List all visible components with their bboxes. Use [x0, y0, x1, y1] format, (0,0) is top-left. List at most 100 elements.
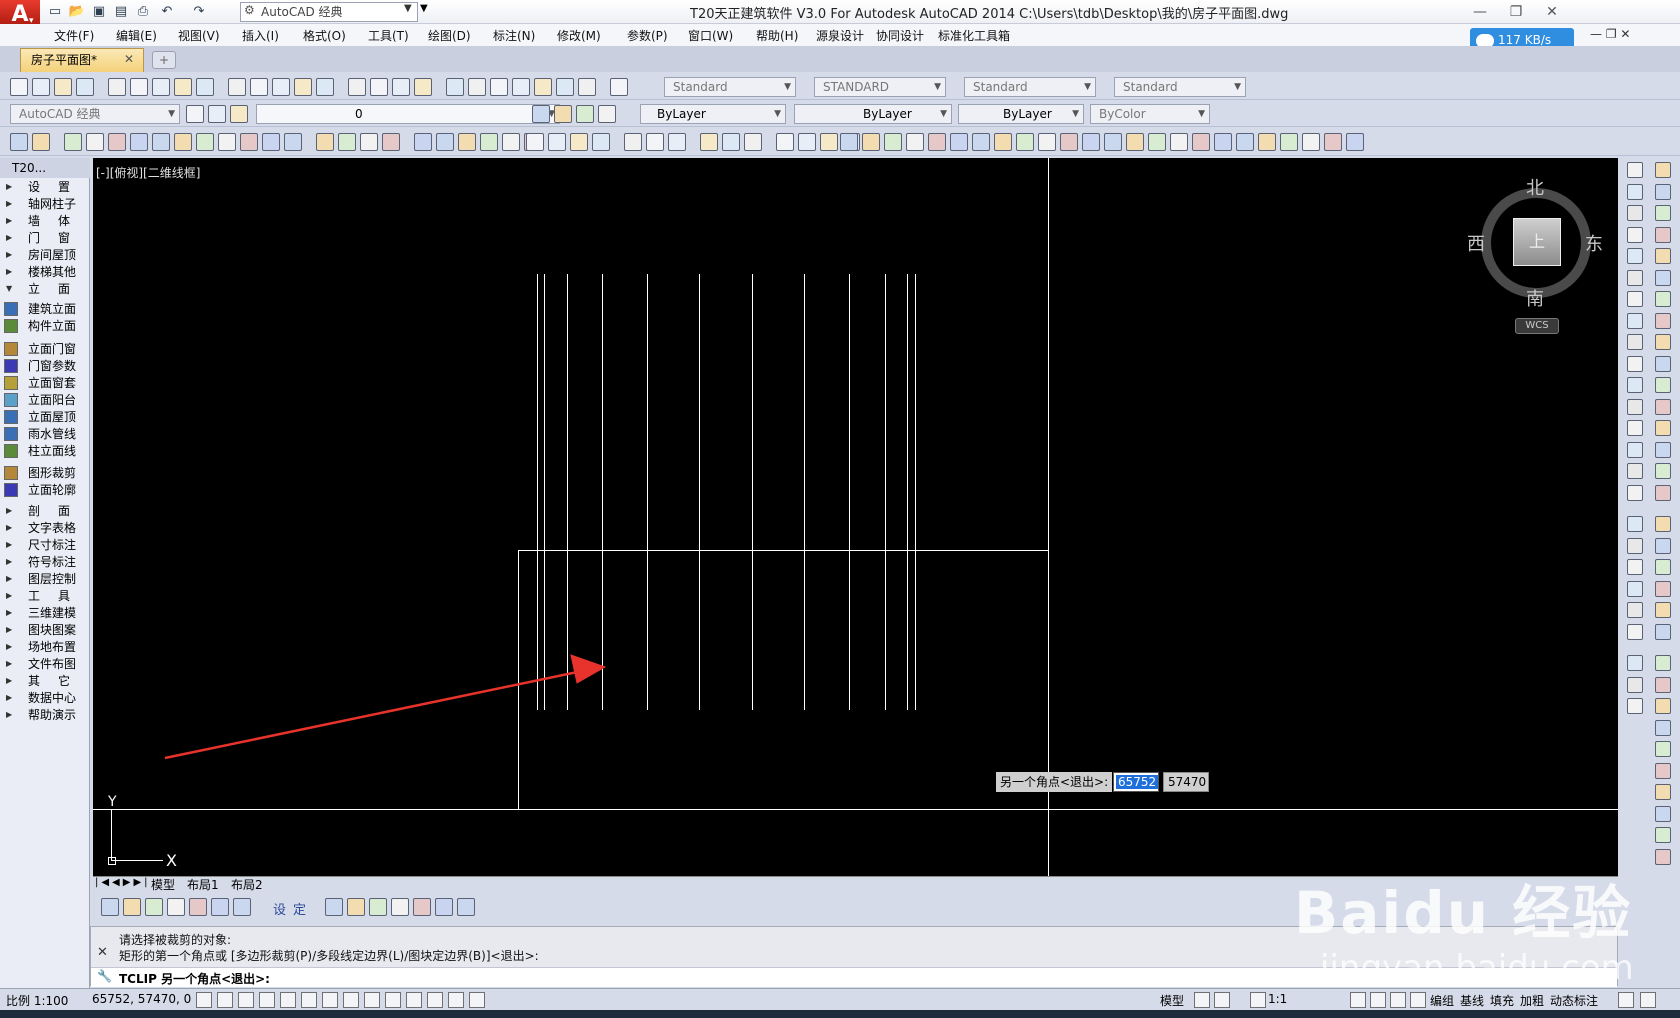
tangent-bottom-icon[interactable] — [211, 898, 229, 916]
tangent-annotate-icon[interactable] — [840, 133, 858, 151]
palette-item[interactable]: 柱立面线 — [0, 442, 90, 460]
modify-tool-icon[interactable] — [1627, 291, 1643, 307]
tangent-bottom-icon[interactable] — [347, 898, 365, 916]
palette-item[interactable]: 立面门窗 — [0, 340, 90, 358]
standard-tool-icon[interactable] — [54, 78, 72, 96]
palette-item[interactable]: 构件立面 — [0, 317, 90, 335]
tangent-tool-icon[interactable] — [64, 133, 82, 151]
tangent-tool-icon[interactable] — [86, 133, 104, 151]
modify-tool-icon[interactable] — [1627, 312, 1643, 329]
settings-char-2[interactable]: 定 — [293, 899, 306, 918]
lineweight-select[interactable]: ByLayer ▼ — [958, 104, 1084, 124]
tangent-tool-icon[interactable] — [174, 133, 192, 151]
standard-tool-icon[interactable] — [272, 78, 290, 96]
tangent-annotate-icon[interactable] — [1060, 133, 1078, 151]
tangent-side-icon[interactable] — [1655, 377, 1671, 393]
menu-item[interactable]: 参数(P) — [627, 27, 668, 44]
standard-tool-icon[interactable] — [414, 78, 432, 96]
palette-item[interactable]: ▶ 帮助演示 — [0, 706, 90, 724]
tangent-edit-icon[interactable] — [624, 133, 642, 151]
status-toggle-icon[interactable] — [322, 992, 338, 1008]
layer-state-icon[interactable] — [598, 105, 616, 123]
tangent-bottom-icon[interactable] — [369, 898, 387, 916]
standard-tool-icon[interactable] — [316, 78, 334, 96]
tangent-side-icon[interactable] — [1655, 312, 1671, 329]
modify-tool-icon[interactable] — [1627, 441, 1643, 458]
viewcube-top-face[interactable]: 上 — [1513, 218, 1561, 266]
tangent-edit-icon[interactable] — [722, 133, 740, 151]
minimize-icon[interactable]: — — [1462, 0, 1498, 24]
standard-tool-icon[interactable] — [250, 78, 268, 96]
status-toggle[interactable]: 基线 — [1460, 992, 1484, 1009]
palette-item[interactable]: 门窗参数 — [0, 357, 90, 375]
drawing-canvas[interactable]: [-][俯视][二维线框] Y X 北 南 西 东 上 WCS 另一个角点<退出… — [93, 158, 1618, 876]
text-style-select[interactable]: Standard ▼ — [664, 77, 796, 97]
menu-item[interactable]: 格式(O) — [303, 27, 346, 44]
wcs-menu[interactable]: WCS — [1515, 318, 1559, 334]
status-toggle[interactable]: 填充 — [1490, 992, 1514, 1009]
tangent-tool-icon[interactable] — [458, 133, 476, 151]
status-toggle-icon[interactable] — [217, 992, 233, 1008]
tangent-edit-icon[interactable] — [798, 133, 816, 151]
modify-tool-icon[interactable] — [1627, 162, 1643, 178]
tangent-bottom-icon[interactable] — [123, 898, 141, 916]
tangent-annotate-icon[interactable] — [1192, 133, 1210, 151]
new-file-icon[interactable]: ▭ — [46, 3, 64, 21]
multileader-style-select[interactable]: Standard ▼ — [1114, 77, 1246, 97]
modify-tool-icon[interactable] — [1627, 484, 1643, 501]
tangent-annotate-icon[interactable] — [1126, 133, 1144, 151]
menu-item[interactable]: 修改(M) — [557, 27, 601, 44]
tangent-tool-icon[interactable] — [152, 133, 170, 151]
tangent-edit-icon[interactable] — [592, 133, 610, 151]
tangent-side-icon[interactable] — [1655, 762, 1671, 779]
palette-item[interactable]: 立面轮廓 — [0, 481, 90, 499]
tangent-bottom-icon[interactable] — [145, 898, 163, 916]
modify-tool-icon[interactable] — [1627, 655, 1643, 671]
viewcube-east[interactable]: 东 — [1585, 230, 1603, 256]
modify-tool-icon[interactable] — [1627, 334, 1643, 350]
tangent-tool-icon[interactable] — [240, 133, 258, 151]
menu-item[interactable]: 帮助(H) — [756, 27, 798, 44]
palette-item[interactable]: ▶ 设置 — [0, 178, 90, 196]
cursor-coordinates[interactable]: 65752, 57470, 0 — [92, 992, 191, 1006]
viewcube-south[interactable]: 南 — [1526, 285, 1544, 311]
tangent-side-icon[interactable] — [1655, 248, 1671, 264]
tangent-bottom-icon[interactable] — [233, 898, 251, 916]
standard-tool-icon[interactable] — [446, 78, 464, 96]
standard-tool-icon[interactable] — [130, 78, 148, 96]
modify-tool-icon[interactable] — [1627, 269, 1643, 286]
palette-item[interactable]: ▶ 符号标注 — [0, 553, 90, 571]
tangent-bottom-icon[interactable] — [457, 898, 475, 916]
modify-tool-icon[interactable] — [1627, 676, 1643, 693]
tangent-annotate-icon[interactable] — [862, 133, 880, 151]
layout-toggle-icon[interactable] — [1214, 992, 1230, 1008]
palette-item[interactable]: ▶ 楼梯其他 — [0, 263, 90, 281]
tangent-side-icon[interactable] — [1655, 183, 1671, 200]
tangent-side-icon[interactable] — [1655, 580, 1671, 597]
viewcube-west[interactable]: 西 — [1467, 230, 1485, 256]
modify-tool-icon[interactable] — [1627, 205, 1643, 221]
modify-tool-icon[interactable] — [1627, 377, 1643, 393]
standard-tool-icon[interactable] — [108, 78, 126, 96]
tangent-bottom-icon[interactable] — [391, 898, 409, 916]
modify-tool-icon[interactable] — [1627, 248, 1643, 264]
tangent-annotate-icon[interactable] — [972, 133, 990, 151]
status-toggle-icon[interactable] — [469, 992, 485, 1008]
status-tool-icon[interactable] — [1370, 992, 1386, 1008]
tangent-tool-icon[interactable] — [262, 133, 280, 151]
tangent-tool-icon[interactable] — [338, 133, 356, 151]
palette-item[interactable]: ▶ 工具 — [0, 587, 90, 605]
modify-tool-icon[interactable] — [1627, 183, 1643, 200]
status-toggle-icon[interactable] — [196, 992, 212, 1008]
tangent-side-icon[interactable] — [1655, 162, 1671, 178]
palette-item[interactable]: 雨水管线 — [0, 425, 90, 443]
layer-state-icon[interactable] — [554, 105, 572, 123]
tangent-edit-icon[interactable] — [646, 133, 664, 151]
modify-tool-icon[interactable] — [1627, 623, 1643, 640]
undo-icon[interactable]: ↶ — [158, 3, 176, 21]
dynamic-input-y[interactable]: 57470 — [1163, 772, 1209, 792]
status-tool-icon[interactable] — [1250, 992, 1266, 1008]
table-style-select[interactable]: Standard ▼ — [964, 77, 1096, 97]
dim-style-select[interactable]: STANDARD ▼ — [814, 77, 946, 97]
tangent-bottom-icon[interactable] — [413, 898, 431, 916]
